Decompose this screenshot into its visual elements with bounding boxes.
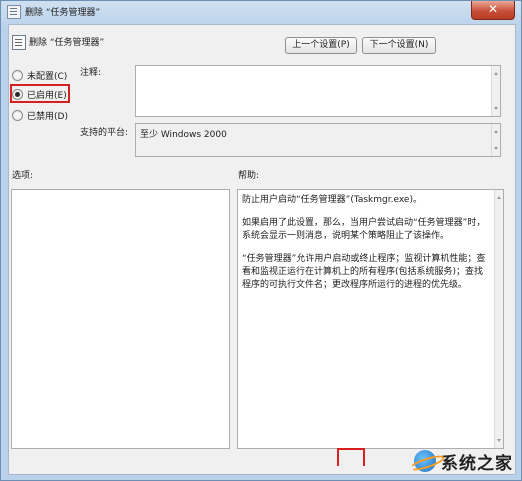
policy-title: 删除 “任务管理器”	[29, 38, 105, 48]
supported-on-scrollbar[interactable]	[491, 124, 500, 156]
window-title: 删除 “任务管理器”	[25, 8, 101, 18]
dialog-window: 删除 “任务管理器” ✕ 删除 “任务管理器” 上一个设置(P) 下一个设置(N…	[0, 0, 522, 481]
watermark-logo-icon	[414, 450, 436, 472]
radio-button-disabled[interactable]	[12, 109, 23, 121]
previous-setting-button[interactable]: 上一个设置(P)	[285, 37, 357, 54]
radio-button-not-configured[interactable]	[12, 69, 23, 81]
radio-label-disabled: 已禁用(D)	[27, 111, 68, 122]
help-panel[interactable]: 防止用户启动“任务管理器”(Taskmgr.exe)。 如果启用了此设置，那么，…	[237, 189, 504, 449]
supported-on-label: 支持的平台:	[80, 128, 129, 138]
watermark-text: 系统之家	[441, 453, 513, 474]
help-paragraph: “任务管理器”允许用户启动或终止程序；监视计算机性能；查看和监视正运行在计算机上…	[242, 254, 486, 290]
radio-not-configured[interactable]: 未配置(C)	[12, 68, 67, 82]
watermark: 系统之家	[414, 448, 513, 474]
supported-on-value: 至少 Windows 2000	[140, 130, 227, 140]
title-bar[interactable]: 删除 “任务管理器” ✕	[1, 1, 521, 23]
comment-textarea[interactable]	[135, 65, 501, 117]
help-paragraph: 防止用户启动“任务管理器”(Taskmgr.exe)。	[242, 195, 422, 205]
options-label: 选项:	[12, 171, 34, 181]
policy-document-icon	[7, 5, 21, 19]
close-button[interactable]: ✕	[471, 1, 515, 20]
comment-scrollbar[interactable]	[491, 66, 500, 116]
supported-on-field: 至少 Windows 2000	[135, 123, 501, 157]
help-text: 防止用户启动“任务管理器”(Taskmgr.exe)。 如果启用了此设置，那么，…	[242, 194, 491, 302]
ok-button-highlight	[337, 448, 365, 466]
help-label: 帮助:	[238, 171, 260, 181]
comment-label: 注释:	[80, 68, 102, 78]
next-setting-button[interactable]: 下一个设置(N)	[362, 37, 436, 54]
policy-setting-icon	[12, 35, 26, 50]
help-scrollbar[interactable]	[494, 190, 503, 448]
help-paragraph: 如果启用了此设置，那么，当用户尝试启动“任务管理器”时，系统会显示一则消息，说明…	[242, 218, 486, 241]
radio-disabled[interactable]: 已禁用(D)	[12, 108, 68, 122]
radio-label-not-configured: 未配置(C)	[27, 71, 68, 82]
options-panel	[11, 189, 230, 449]
red-highlight-box	[10, 84, 70, 103]
dialog-client-area: 删除 “任务管理器” 上一个设置(P) 下一个设置(N) 未配置(C) 已启用(…	[8, 24, 516, 475]
